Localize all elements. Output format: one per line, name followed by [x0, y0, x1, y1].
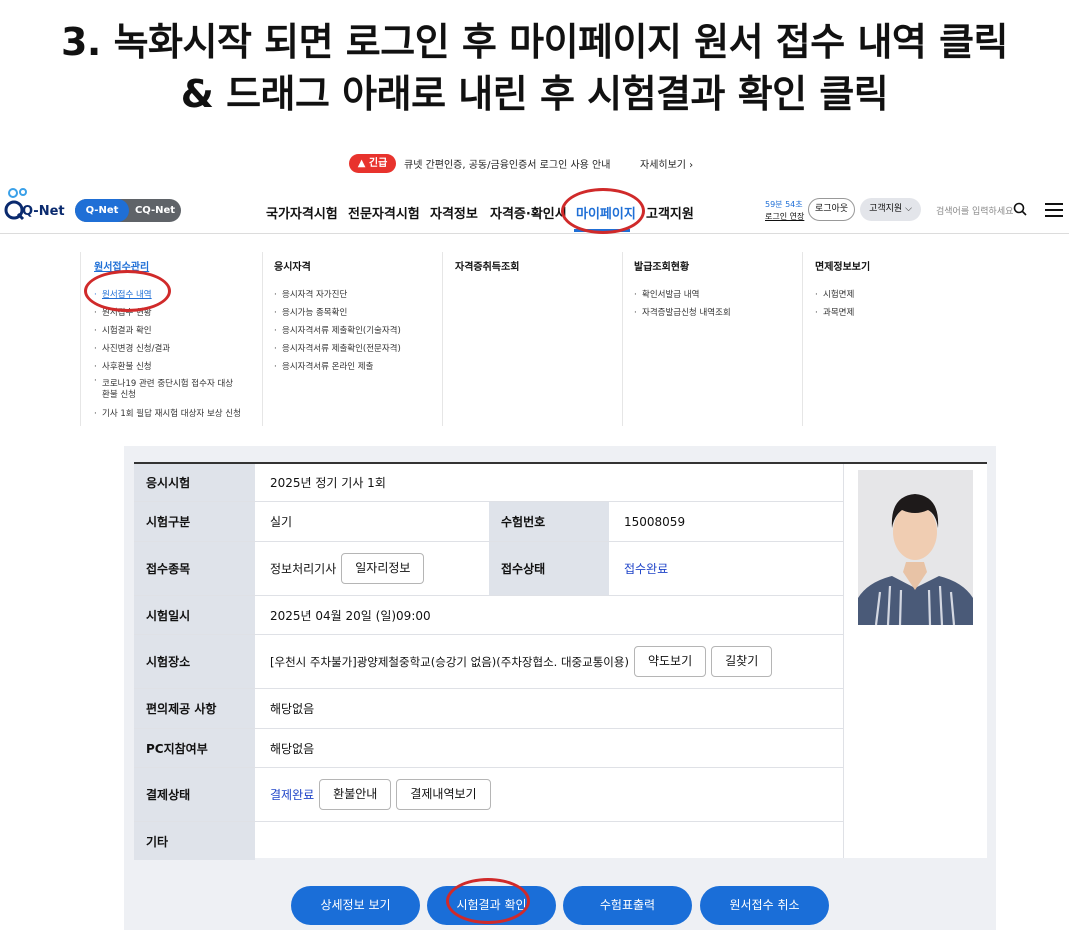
menu-item-self-check[interactable]: 응시자격 자가진단 [274, 286, 401, 304]
exam-value: 2025년 정기 기사 1회 [270, 476, 386, 490]
convenience-label: 편의제공 사항 [134, 689, 255, 728]
chevron-down-icon: ⌵ [905, 204, 912, 214]
pc-label: PC지참여부 [134, 729, 255, 767]
caption-line-2: & 드래그 아래로 내린 후 시험결과 확인 클릭 [180, 72, 889, 116]
menu-item-available-subjects[interactable]: 응시가능 종목확인 [274, 304, 401, 322]
place-value: [우천시 주차불가]광양제철중학교(승강기 없음)(주차장협소. 대중교통이용) [270, 654, 629, 669]
status-label: 접수상태 [489, 542, 609, 595]
job-info-button[interactable]: 일자리정보 [341, 553, 425, 584]
subject-cell: 정보처리기사 일자리정보 [256, 542, 425, 595]
date-value: 2025년 04월 20일 (일)09:00 [270, 608, 431, 623]
mega-divider [442, 252, 443, 426]
session-extend-link[interactable]: 로그인 연장 [765, 211, 804, 222]
support-dropdown[interactable]: 고객지원 ⌵ [860, 198, 921, 221]
menu-item-photo-change[interactable]: 사진변경 신청/결과 [94, 340, 241, 358]
etc-label: 기타 [134, 822, 255, 860]
menu-item-doc-tech[interactable]: 응시자격서류 제출확인(기술자격) [274, 322, 401, 340]
mega-divider [80, 252, 81, 426]
subject-label: 접수종목 [134, 542, 255, 595]
table-row: 응시시험 2025년 정기 기사 1회 [134, 464, 844, 502]
menu-item-exam-exemption[interactable]: 시험면제 [815, 286, 870, 304]
menu-item-retest-compensation[interactable]: 기사 1회 필답 재시험 대상자 보상 신청 [94, 405, 241, 423]
detail-info-button[interactable]: 상세정보 보기 [291, 886, 420, 925]
menu-item-cert-issue-history[interactable]: 자격증발급신청 내역조회 [634, 304, 731, 322]
menu-item-covid-refund[interactable]: 코로나19 관련 중단시험 접수자 대상환불 신청 [94, 376, 241, 405]
route-button[interactable]: 길찾기 [711, 646, 773, 677]
nav-national-exam[interactable]: 국가자격시험 [266, 203, 338, 222]
menu-item-post-refund[interactable]: 사후환불 신청 [94, 358, 241, 376]
menu-item-covid-refund-line1: 코로나19 관련 중단시험 접수자 대상 [102, 379, 234, 389]
table-row: 시험장소 [우천시 주차불가]광양제철중학교(승강기 없음)(주차장협소. 대중… [134, 635, 844, 689]
logo-text[interactable]: Q-Net [22, 204, 65, 219]
menu-item-exam-result[interactable]: 시험결과 확인 [94, 322, 241, 340]
menu-item-doc-online[interactable]: 응시자격서류 온라인 제출 [274, 358, 401, 376]
caption-line-1: 3. 녹화시작 되면 로그인 후 마이페이지 원서 접수 내역 클릭 [60, 20, 1009, 64]
cancel-application-button[interactable]: 원서접수 취소 [700, 886, 829, 925]
nav-support[interactable]: 고객지원 [646, 203, 694, 222]
hamburger-menu-icon[interactable] [1045, 203, 1063, 217]
mega-col-exemption: 면제정보보기 시험면제 과목면제 [815, 258, 870, 322]
logout-button[interactable]: 로그아웃 [808, 198, 855, 221]
nav-certificate[interactable]: 자격증·확인서 [490, 203, 567, 222]
exam-label: 응시시험 [134, 464, 255, 501]
status-value: 접수완료 [624, 562, 669, 576]
place-label: 시험장소 [134, 635, 255, 688]
session-timer: 59분 54초 [765, 200, 803, 209]
search-icon[interactable] [1013, 202, 1027, 216]
mega-col-acquisition: 자격증취득조회 [455, 258, 519, 286]
nav-qualification-info[interactable]: 자격정보 [430, 203, 478, 222]
support-dropdown-label: 고객지원 [869, 204, 903, 214]
mega-title-exemption[interactable]: 면제정보보기 [815, 258, 870, 273]
table-row: 접수종목 정보처리기사 일자리정보 접수상태 접수완료 [134, 542, 844, 596]
mega-divider [262, 252, 263, 426]
number-value: 15008059 [624, 514, 686, 529]
payment-cell: 결제완료 환불안내 결제내역보기 [256, 768, 491, 821]
payment-value: 결제완료 [270, 788, 315, 802]
applicant-photo [858, 470, 973, 625]
pc-value: 해당없음 [270, 741, 315, 756]
urgent-badge: ▲ 긴급 [349, 154, 396, 173]
highlight-ring-exam-result [446, 878, 530, 924]
notice-text[interactable]: 큐넷 간편인증, 공동/금융인증서 로그인 사용 안내 [404, 156, 610, 171]
toggle-cqnet[interactable]: CQ-Net [129, 199, 181, 222]
siren-icon: ▲ [357, 158, 369, 169]
menu-item-subject-exemption[interactable]: 과목면제 [815, 304, 870, 322]
nav-professional-exam[interactable]: 전문자격시험 [348, 203, 420, 222]
payment-label: 결제상태 [134, 768, 255, 821]
mega-title-eligibility[interactable]: 응시자격 [274, 258, 401, 273]
number-label: 수험번호 [489, 502, 609, 541]
mega-title-acquisition[interactable]: 자격증취득조회 [455, 258, 519, 273]
convenience-value: 해당없음 [270, 702, 315, 716]
mega-col-issuance: 발급조회현황 확인서발급 내역 자격증발급신청 내역조회 [634, 258, 731, 322]
highlight-ring-application-history [84, 270, 171, 312]
map-button[interactable]: 약도보기 [633, 646, 707, 677]
urgent-badge-label: 긴급 [368, 158, 388, 169]
search-input[interactable]: 검색어를 입력하세요 [936, 204, 1013, 217]
print-admission-ticket-button[interactable]: 수험표출력 [563, 886, 692, 925]
refund-info-button[interactable]: 환불안내 [319, 779, 392, 810]
table-row: 시험일시 2025년 04월 20일 (일)09:00 [134, 596, 844, 635]
place-cell: [우천시 주차불가]광양제철중학교(승강기 없음)(주차장협소. 대중교통이용)… [256, 635, 773, 688]
table-row: 편의제공 사항 해당없음 [134, 689, 844, 729]
date-label: 시험일시 [134, 596, 255, 634]
subject-value: 정보처리기사 [270, 562, 337, 576]
menu-item-doc-pro[interactable]: 응시자격서류 제출확인(전문자격) [274, 340, 401, 358]
table-row: PC지참여부 해당없음 [134, 729, 844, 768]
highlight-ring-mypage [561, 188, 645, 234]
table-row: 시험구분 실기 수험번호 15008059 [134, 502, 844, 542]
mega-title-issuance[interactable]: 발급조회현황 [634, 258, 731, 273]
mega-divider [622, 252, 623, 426]
notice-more-link[interactable]: 자세히보기 › [640, 156, 693, 171]
header-divider [0, 233, 1069, 234]
type-value: 실기 [270, 515, 293, 529]
menu-item-issue-history[interactable]: 확인서발급 내역 [634, 286, 731, 304]
type-label: 시험구분 [134, 502, 255, 541]
mega-divider [802, 252, 803, 426]
menu-item-covid-refund-line2: 환불 신청 [102, 390, 136, 400]
toggle-qnet[interactable]: Q-Net [75, 199, 129, 222]
table-row: 기타 [134, 822, 844, 860]
mega-col-eligibility: 응시자격 응시자격 자가진단 응시가능 종목확인 응시자격서류 제출확인(기술자… [274, 258, 401, 376]
payment-history-button[interactable]: 결제내역보기 [396, 779, 491, 810]
table-row: 결제상태 결제완료 환불안내 결제내역보기 [134, 768, 844, 822]
